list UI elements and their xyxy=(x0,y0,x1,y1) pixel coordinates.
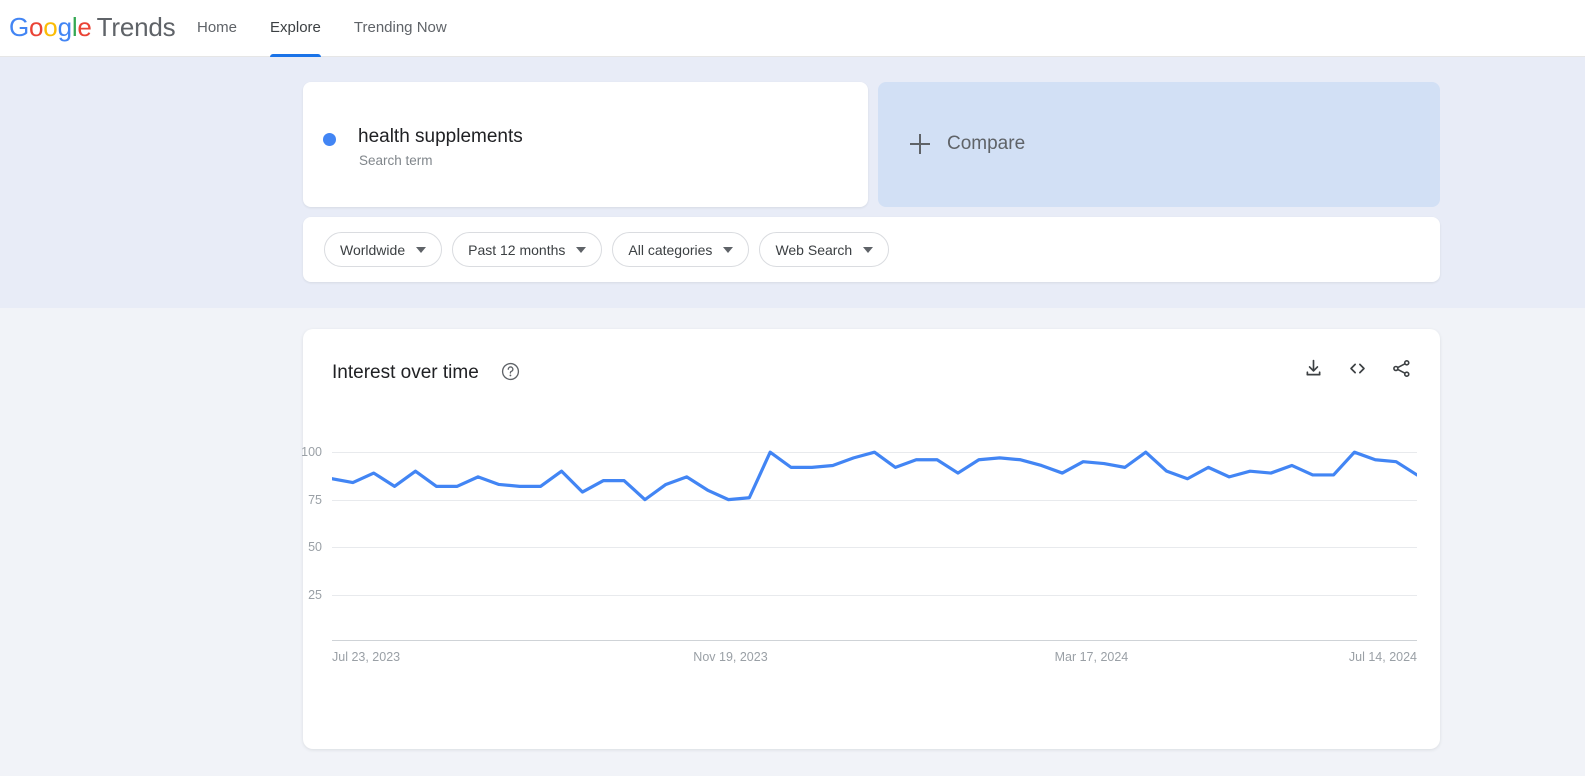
chart-x-axis-line xyxy=(332,640,1417,641)
download-icon[interactable] xyxy=(1303,358,1324,379)
search-term-label: health supplements xyxy=(358,126,523,147)
nav-items: Home Explore Trending Now xyxy=(197,0,480,57)
logo-letter-g2: g xyxy=(57,12,72,42)
chevron-down-icon xyxy=(723,246,734,253)
x-axis-label-0: Jul 23, 2023 xyxy=(332,650,401,664)
chevron-down-icon xyxy=(863,246,874,253)
compare-label: Compare xyxy=(947,133,1026,154)
logo-letter-o1: o xyxy=(29,12,44,42)
compare-button[interactable]: Compare xyxy=(878,82,1440,207)
search-term-type: Search term xyxy=(359,153,433,168)
chart-plot-area: 100 75 50 25 Jul 23, 2023 Nov 19, 2023 Mar 17… xyxy=(301,437,1417,697)
filter-search-type-label: Web Search xyxy=(775,241,853,258)
help-circle-icon[interactable] xyxy=(501,362,520,381)
interest-over-time-line-chart[interactable] xyxy=(332,437,1417,642)
nav-item-explore[interactable]: Explore xyxy=(270,0,321,57)
chart-actions xyxy=(1303,358,1412,379)
series-color-dot xyxy=(323,133,336,146)
logo-letter-e: e xyxy=(77,12,92,42)
plus-icon xyxy=(910,134,930,154)
x-axis-label-3: Jul 14, 2024 xyxy=(1348,650,1417,664)
query-row: health supplements Search term Compare xyxy=(303,82,1440,207)
chevron-down-icon xyxy=(576,246,587,253)
x-axis-label-2: Mar 17, 2024 xyxy=(1054,650,1129,664)
filter-time-range[interactable]: Past 12 months xyxy=(452,232,603,267)
chart-title: Interest over time xyxy=(332,362,479,383)
filter-category[interactable]: All categories xyxy=(612,232,750,267)
filter-time-range-label: Past 12 months xyxy=(468,241,566,258)
filter-bar: Worldwide Past 12 months All categories … xyxy=(303,217,1440,282)
interest-over-time-card: Interest over time 100 75 50 25 Jul 23, 202… xyxy=(301,329,1440,749)
logo-product-name: Trends xyxy=(96,12,176,42)
series-line-health-supplements[interactable] xyxy=(332,452,1417,499)
google-trends-logo[interactable]: Google Trends xyxy=(9,12,176,42)
filter-location[interactable]: Worldwide xyxy=(324,232,443,267)
embed-code-icon[interactable] xyxy=(1347,358,1368,379)
filter-chips: Worldwide Past 12 months All categories … xyxy=(324,232,899,267)
search-term-card[interactable]: health supplements Search term xyxy=(303,82,868,207)
y-axis-label-25: 25 xyxy=(308,587,322,602)
filter-search-type[interactable]: Web Search xyxy=(759,232,890,267)
y-axis-label-100: 100 xyxy=(301,445,322,460)
chart-x-axis-labels: Jul 23, 2023 Nov 19, 2023 Mar 17, 2024 Jul … xyxy=(332,649,1417,669)
top-navigation-bar: Google Trends Home Explore Trending Now xyxy=(0,0,1585,57)
chevron-down-icon xyxy=(416,246,427,253)
y-axis-label-50: 50 xyxy=(308,540,322,555)
filter-category-label: All categories xyxy=(628,241,713,258)
filter-location-label: Worldwide xyxy=(340,241,406,258)
nav-item-home[interactable]: Home xyxy=(197,0,237,57)
y-axis-label-75: 75 xyxy=(308,492,322,507)
logo-letter-g1: G xyxy=(9,12,30,42)
logo-letter-o2: o xyxy=(43,12,58,42)
x-axis-label-1: Nov 19, 2023 xyxy=(693,650,768,664)
nav-item-trending-now[interactable]: Trending Now xyxy=(354,0,447,57)
share-icon[interactable] xyxy=(1391,358,1412,379)
